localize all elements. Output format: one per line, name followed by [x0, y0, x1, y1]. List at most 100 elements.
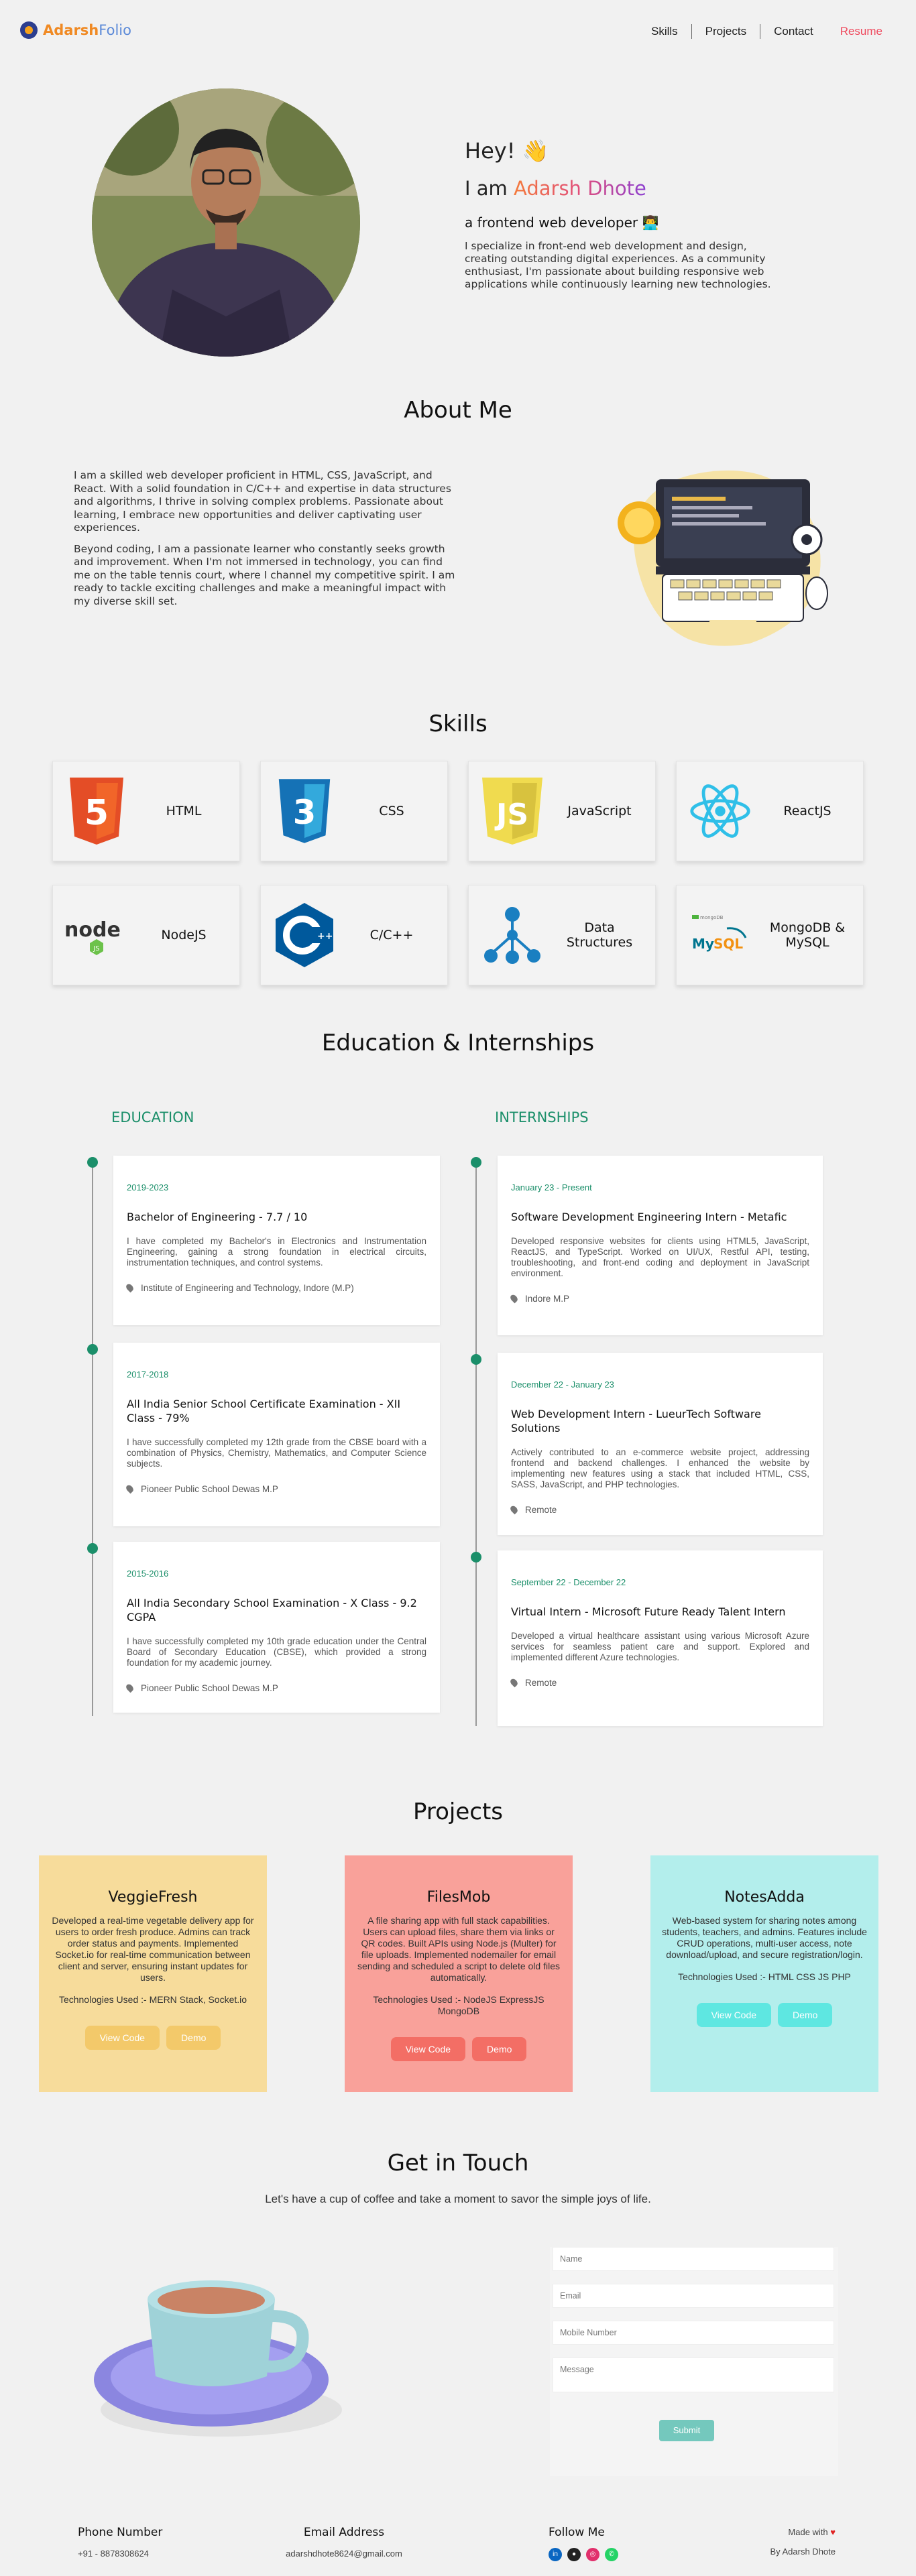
card-date: January 23 - Present	[511, 1182, 592, 1192]
github-icon[interactable]: ●	[567, 2548, 581, 2561]
skill-card-css: 3 CSS	[260, 761, 448, 861]
coffee-cup-illustration	[94, 2259, 349, 2443]
svg-text:My: My	[692, 936, 714, 952]
message-textarea[interactable]: Message	[553, 2357, 834, 2392]
logo-icon	[20, 21, 38, 39]
contact-title: Get in Touch	[387, 2150, 529, 2176]
svg-text:JS: JS	[93, 945, 99, 953]
location-pin-icon	[509, 1677, 519, 1688]
profile-photo	[92, 88, 360, 357]
hero-intro: Hey! 👋 I am Adarsh Dhote a frontend web …	[465, 138, 800, 291]
view-code-button[interactable]: View Code	[84, 2026, 160, 2050]
mongodb-mysql-icon: mongoDB My SQL	[692, 915, 747, 952]
skill-card-cpp: ++ C/C++	[260, 885, 448, 985]
card-location: Remote	[509, 1504, 809, 1515]
skill-name: Data Structures	[566, 920, 633, 950]
location-pin-icon	[125, 1682, 135, 1693]
education-heading: EDUCATION	[111, 1109, 194, 1125]
logo-text-part1: Adarsh	[43, 22, 99, 38]
svg-text:SQL: SQL	[713, 936, 743, 952]
email-label: Email Address	[303, 2526, 385, 2539]
nav-link-contact[interactable]: Contact	[760, 24, 827, 39]
svg-text:++: ++	[317, 931, 333, 942]
skills-title: Skills	[428, 711, 488, 737]
nav-link-skills[interactable]: Skills	[638, 24, 691, 39]
css3-icon: 3	[278, 779, 331, 843]
name-input[interactable]: Name	[553, 2247, 834, 2271]
instagram-icon[interactable]: ◎	[586, 2548, 599, 2561]
submit-button[interactable]: Submit	[659, 2420, 714, 2441]
svg-text:JS: JS	[494, 798, 528, 832]
whatsapp-icon[interactable]: ✆	[605, 2548, 618, 2561]
card-date: 2019-2023	[127, 1182, 169, 1192]
heart-icon: ♥	[830, 2527, 836, 2537]
demo-button[interactable]: Demo	[166, 2026, 221, 2050]
skill-name: MongoDB & MySQL	[769, 920, 846, 950]
projects-title: Projects	[412, 1798, 504, 1825]
internship-card: January 23 - Present Software Developmen…	[498, 1156, 823, 1335]
hero-greeting: Hey! 👋	[465, 138, 549, 164]
card-location: Remote	[509, 1677, 809, 1688]
author-credit: By Adarsh Dhote	[770, 2547, 836, 2557]
skill-card-data-structures: Data Structures	[468, 885, 656, 985]
location-pin-icon	[509, 1504, 519, 1515]
view-code-button[interactable]: View Code	[390, 2037, 466, 2061]
internships-heading: INTERNSHIPS	[495, 1109, 589, 1125]
logo-text-part2: Folio	[99, 22, 131, 38]
footer-phone: Phone Number +91 - 8878308624	[78, 2526, 162, 2559]
skill-card-javascript: JS JavaScript	[468, 761, 656, 861]
card-text: Developed responsive websites for client…	[511, 1236, 809, 1278]
card-date: 2015-2016	[127, 1569, 169, 1579]
card-title: All India Senior School Certificate Exam…	[127, 1398, 401, 1424]
hero-name: Adarsh Dhote	[514, 177, 646, 200]
phone-label: Phone Number	[78, 2526, 163, 2539]
demo-button[interactable]: Demo	[472, 2037, 527, 2061]
email-value[interactable]: adarshdhote8624@gmail.com	[280, 2549, 408, 2559]
card-text: Developed a virtual healthcare assistant…	[511, 1631, 809, 1662]
mobile-input[interactable]: Mobile Number	[553, 2321, 834, 2345]
card-text: I have completed my Bachelor's in Electr…	[127, 1236, 426, 1268]
education-card: 2015-2016 All India Secondary School Exa…	[113, 1542, 440, 1713]
timeline-dot	[471, 1354, 481, 1365]
footer-social: Follow Me in ● ◎ ✆	[549, 2526, 624, 2561]
email-input[interactable]: Email	[553, 2284, 834, 2308]
follow-label: Follow Me	[549, 2526, 605, 2539]
timeline-dot	[87, 1344, 98, 1355]
skill-card-reactjs: ReactJS	[676, 761, 864, 861]
nav-link-resume[interactable]: Resume	[827, 24, 882, 39]
card-date: December 22 - January 23	[511, 1379, 614, 1390]
card-location: Institute of Engineering and Technology,…	[125, 1282, 426, 1293]
made-with-text: Made with ♥	[788, 2527, 836, 2537]
internship-card: September 22 - December 22 Virtual Inter…	[498, 1550, 823, 1726]
skill-name: CSS	[379, 804, 404, 818]
card-date: September 22 - December 22	[511, 1577, 626, 1587]
site-logo[interactable]: AdarshFolio	[20, 21, 131, 39]
developer-illustration	[616, 459, 837, 657]
demo-button[interactable]: Demo	[778, 2003, 833, 2027]
project-technologies: Technologies Used :- NodeJS ExpressJS Mo…	[373, 1994, 545, 2016]
view-code-button[interactable]: View Code	[696, 2003, 772, 2027]
card-location: Pioneer Public School Dewas M.P	[125, 1682, 426, 1693]
skill-name: ReactJS	[783, 804, 832, 818]
location-pin-icon	[509, 1293, 519, 1304]
project-description: A file sharing app with full stack capab…	[357, 1915, 560, 1983]
project-card-veggiefresh: VeggieFresh Developed a real-time vegeta…	[39, 1855, 267, 2092]
card-title: Web Development Intern - LueurTech Softw…	[511, 1408, 761, 1434]
footer-email: Email Address adarshdhote8624@gmail.com	[280, 2526, 408, 2559]
skill-card-html: 5 HTML	[52, 761, 240, 861]
skill-name: C/C++	[369, 928, 414, 942]
react-icon	[690, 784, 750, 838]
project-technologies: Technologies Used :- HTML CSS JS PHP	[678, 1971, 851, 1982]
about-text: I am a skilled web developer proficient …	[74, 469, 456, 608]
hero-description: I specialize in front-end web developmen…	[465, 240, 771, 290]
linkedin-icon[interactable]: in	[549, 2548, 562, 2561]
skill-name: JavaScript	[567, 804, 632, 818]
footer-credit: Made with ♥ By Adarsh Dhote	[764, 2527, 836, 2557]
project-description: Developed a real-time vegetable delivery…	[52, 1915, 254, 1983]
card-date: 2017-2018	[127, 1369, 169, 1379]
nav-link-projects[interactable]: Projects	[691, 24, 760, 39]
internships-timeline	[475, 1160, 477, 1726]
project-technologies: Technologies Used :- MERN Stack, Socket.…	[58, 1994, 247, 2005]
svg-text:mongoDB: mongoDB	[700, 915, 724, 920]
about-title: About Me	[404, 397, 512, 424]
